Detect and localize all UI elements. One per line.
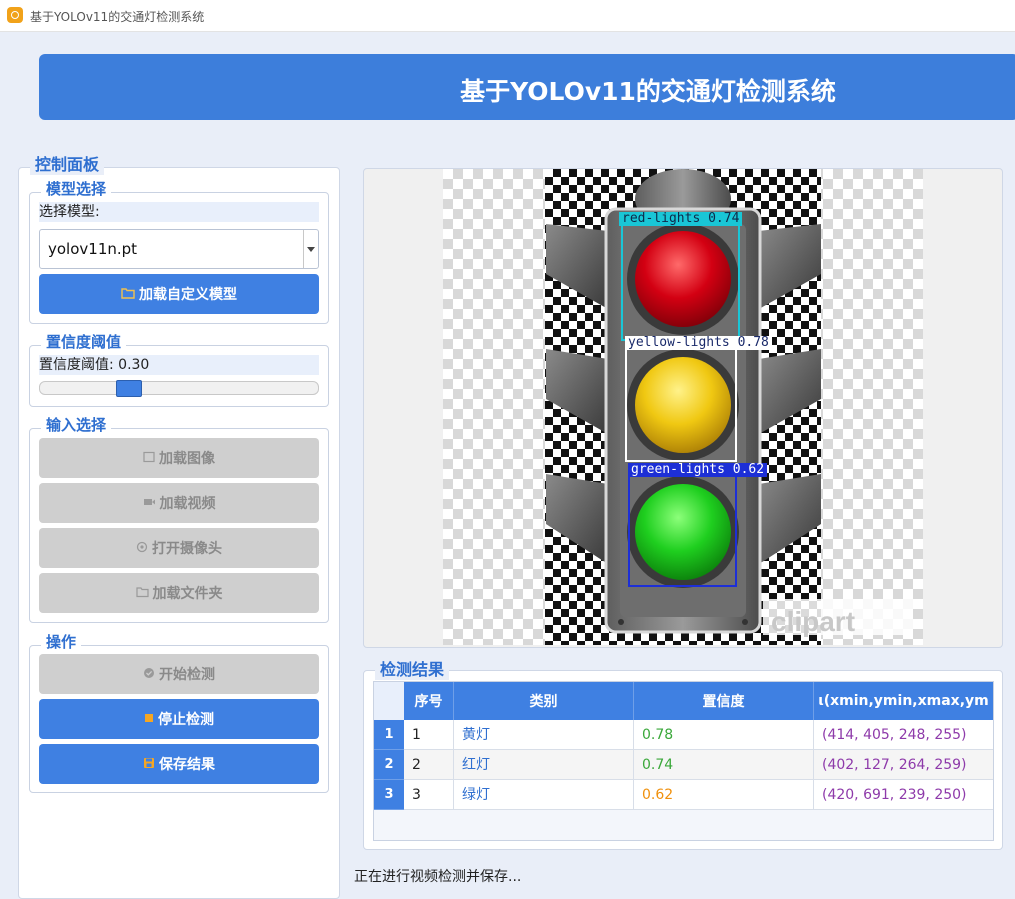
results-table[interactable]: 序号 类别 置信度 ι(xmin,ymin,xmax,ym 1 1 黄灯 0.7…: [373, 681, 994, 841]
table-cell-bbox[interactable]: (402, 127, 264, 259): [814, 750, 993, 780]
window-title: 基于YOLOv11的交通灯检测系统: [30, 10, 205, 24]
page-title: 基于YOLOv11的交通灯检测系统: [460, 77, 836, 106]
table-cell-bbox[interactable]: (420, 691, 239, 250): [814, 780, 993, 810]
load-image-label: 加载图像: [159, 451, 215, 467]
start-detection-button[interactable]: 开始检测: [39, 654, 319, 694]
table-cell-class[interactable]: 红灯: [454, 750, 634, 780]
status-text: 正在进行视频检测并保存...: [354, 869, 522, 885]
detection-label-green: green-lights 0.62: [628, 463, 768, 477]
table-cell-num[interactable]: 1: [404, 720, 454, 750]
load-image-button[interactable]: 加载图像: [39, 438, 319, 478]
camera-icon: [136, 541, 148, 556]
row-header[interactable]: 2: [374, 750, 404, 780]
header-banner: 基于YOLOv11的交通灯检测系统: [39, 54, 1015, 120]
input-group-title: 输入选择: [41, 414, 112, 435]
check-circle-icon: [143, 667, 155, 682]
column-header-class[interactable]: 类别: [454, 682, 634, 720]
column-header-bbox[interactable]: ι(xmin,ymin,xmax,ym: [814, 682, 993, 720]
results-title: 检测结果: [375, 656, 450, 680]
column-header-index[interactable]: 序号: [404, 682, 454, 720]
stop-detection-label: 停止检测: [158, 712, 214, 728]
app-icon: [7, 7, 23, 23]
table-corner[interactable]: [374, 682, 404, 720]
detection-label-red: red-lights 0.74: [619, 212, 743, 226]
table-cell-confidence[interactable]: 0.74: [634, 750, 814, 780]
stop-detection-button[interactable]: 停止检测: [39, 699, 319, 739]
confidence-slider-handle[interactable]: [116, 380, 142, 397]
load-folder-label: 加载文件夹: [152, 586, 223, 602]
folder-icon: [135, 586, 149, 601]
row-header[interactable]: 3: [374, 780, 404, 810]
control-panel-title: 控制面板: [30, 151, 105, 175]
stop-icon: [144, 712, 154, 726]
save-results-label: 保存结果: [159, 757, 215, 773]
open-camera-button[interactable]: 打开摄像头: [39, 528, 319, 568]
load-folder-button[interactable]: 加载文件夹: [39, 573, 319, 613]
detection-label-yellow: yellow-lights 0.78: [625, 336, 772, 350]
model-select[interactable]: yolov11n.pt: [39, 229, 319, 269]
model-label: 选择模型:: [39, 202, 319, 222]
svg-text:clipart: clipart: [771, 606, 855, 637]
save-icon: [143, 757, 155, 772]
table-cell-class[interactable]: 绿灯: [454, 780, 634, 810]
load-custom-model-label: 加载自定义模型: [139, 287, 237, 303]
folder-icon: [121, 287, 135, 302]
load-custom-model-button[interactable]: 加载自定义模型: [39, 274, 319, 314]
confidence-slider[interactable]: [39, 380, 319, 397]
table-cell-num[interactable]: 3: [404, 780, 454, 810]
model-group-title: 模型选择: [41, 178, 112, 199]
chevron-down-icon[interactable]: [303, 230, 318, 268]
load-video-label: 加载视频: [159, 496, 216, 512]
save-results-button[interactable]: 保存结果: [39, 744, 319, 784]
image-icon: [143, 451, 155, 466]
table-cell-num[interactable]: 2: [404, 750, 454, 780]
traffic-light-image: clipart: [546, 169, 913, 637]
confidence-group-title: 置信度阈值: [41, 331, 127, 352]
window-titlebar: 基于YOLOv11的交通灯检测系统: [0, 0, 1015, 32]
confidence-label: 置信度阈值: 0.30: [39, 355, 319, 375]
table-cell-confidence[interactable]: 0.78: [634, 720, 814, 750]
table-cell-bbox[interactable]: (414, 405, 248, 255): [814, 720, 993, 750]
video-icon: [143, 496, 156, 511]
start-detection-label: 开始检测: [159, 667, 215, 683]
model-select-value: yolov11n.pt: [48, 240, 138, 258]
action-group-title: 操作: [41, 631, 82, 652]
row-header[interactable]: 1: [374, 720, 404, 750]
table-cell-confidence[interactable]: 0.62: [634, 780, 814, 810]
column-header-confidence[interactable]: 置信度: [634, 682, 814, 720]
load-video-button[interactable]: 加载视频: [39, 483, 319, 523]
table-cell-class[interactable]: 黄灯: [454, 720, 634, 750]
open-camera-label: 打开摄像头: [152, 541, 222, 557]
